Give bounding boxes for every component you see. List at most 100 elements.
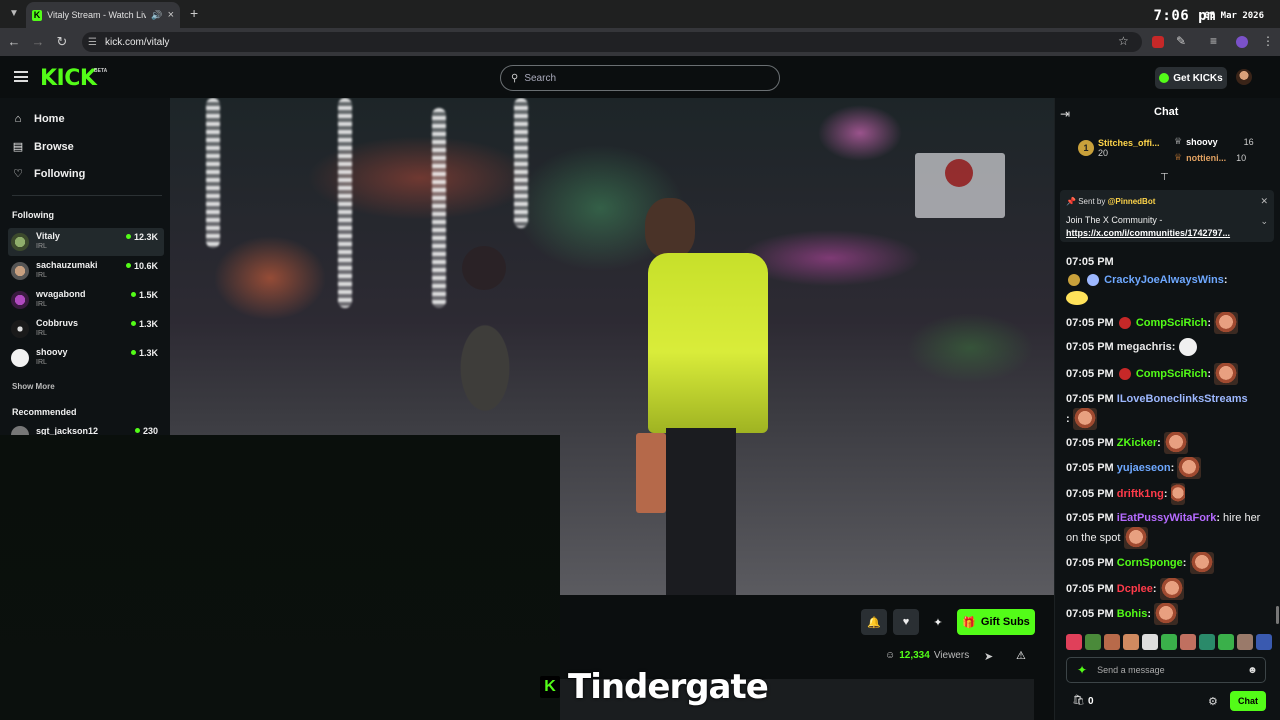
tab-search-icon[interactable]: ▼ — [6, 6, 22, 22]
sidebar-item-label: Browse — [34, 140, 74, 153]
message-time: 07:05 PM — [1066, 256, 1114, 268]
chat-username[interactable]: CornSponge — [1117, 557, 1183, 569]
quick-emote[interactable] — [1123, 634, 1139, 650]
browser-menu-icon[interactable]: ⋮ — [1262, 34, 1274, 48]
followed-channel-vitaly[interactable]: Vitaly IRL 12.3K — [8, 228, 164, 256]
chat-username[interactable]: Dcplee — [1117, 583, 1153, 595]
site-info-icon[interactable]: ☰ — [88, 37, 97, 48]
url-bar[interactable]: ☰ kick.com/vitaly — [82, 32, 1142, 52]
quick-emote[interactable] — [1085, 634, 1101, 650]
collapse-chat-icon[interactable]: ⇥ — [1060, 107, 1070, 121]
quick-emote[interactable] — [1161, 634, 1177, 650]
pinned-toggle-icon[interactable]: ⊤ — [1160, 172, 1169, 183]
kicks-sparkle-icon[interactable]: ✦ — [1077, 663, 1087, 677]
close-tab-icon[interactable]: × — [168, 9, 174, 21]
extension-icon[interactable] — [1152, 36, 1164, 48]
reload-icon[interactable]: ↻ — [54, 34, 70, 50]
unpin-icon[interactable]: ✕ — [1260, 196, 1268, 207]
new-tab-icon[interactable]: + — [190, 6, 198, 20]
followed-channel-shoovy[interactable]: shoovy IRL 1.3K — [8, 344, 164, 372]
chat-username[interactable]: Bohis — [1117, 608, 1148, 620]
get-kicks-button[interactable]: Get KICKs — [1155, 67, 1227, 89]
gift-subs-button[interactable]: 🎁 Gift Subs — [957, 609, 1035, 635]
extensions-puzzle-icon[interactable]: ✎ — [1176, 34, 1186, 48]
sidebar-item-following[interactable]: ♡ Following — [12, 167, 85, 181]
sidebar-item-browse[interactable]: ▤ Browse — [12, 140, 74, 154]
report-warning-icon[interactable]: ⚠ — [1016, 649, 1026, 662]
followed-channel-wvagabond[interactable]: wvagabond IRL 1.5K — [8, 286, 164, 314]
rank-badge: 1 — [1078, 140, 1094, 156]
chat-username[interactable]: megachris — [1117, 341, 1172, 353]
string-lights — [206, 98, 220, 248]
quick-emote[interactable] — [1180, 634, 1196, 650]
top-gifter-3[interactable]: ♕ nottieni... 10 — [1174, 152, 1246, 163]
quick-emote[interactable] — [1104, 634, 1120, 650]
bookmark-star-icon[interactable]: ☆ — [1118, 34, 1129, 48]
quick-emote[interactable] — [1066, 634, 1082, 650]
chat-settings-gear-icon[interactable]: ⚙ — [1208, 695, 1218, 708]
top-gifter-2[interactable]: ♕ shoovy 16 — [1174, 136, 1254, 147]
bell-icon: 🔔 — [867, 616, 881, 629]
chat-username[interactable]: iEatPussyWitaFork — [1117, 512, 1217, 524]
quick-emote[interactable] — [1199, 634, 1215, 650]
profile-icon[interactable] — [1236, 36, 1248, 48]
kick-logo[interactable]: KICK — [40, 66, 97, 91]
clock-date: 05 Mar 2026 — [1204, 11, 1264, 21]
share-icon[interactable]: ➤ — [984, 650, 993, 663]
message-time: 07:05 PM — [1066, 556, 1114, 569]
sidebar-item-home[interactable]: ⌂ Home — [12, 113, 65, 125]
sparkle-icon: ✦ — [933, 616, 943, 629]
pinned-link[interactable]: https://x.com/i/communities/1742797... — [1066, 228, 1230, 238]
sub-badge-icon — [1118, 368, 1131, 380]
search-bar[interactable]: ⚲ — [500, 65, 780, 91]
channel-viewers: 1.3K — [130, 319, 158, 329]
chat-username[interactable]: driftk1ng — [1117, 488, 1164, 500]
gift-subs-label: Gift Subs — [980, 616, 1030, 628]
quick-emote[interactable] — [1218, 634, 1234, 650]
reading-list-icon[interactable]: ≡ — [1210, 34, 1217, 48]
emote — [1177, 457, 1202, 479]
search-input[interactable] — [524, 72, 765, 84]
emoji-picker-icon[interactable]: ☻ — [1247, 665, 1258, 676]
back-icon[interactable]: ← — [6, 34, 22, 50]
recommended-channel[interactable]: sgt_jackson12 230 — [8, 422, 164, 435]
browser-tab[interactable]: K Vitaly Stream - Watch Live 🔊 × — [26, 2, 180, 28]
viewer-count-number: 12,334 — [899, 650, 930, 661]
chat-scrollbar[interactable] — [1276, 606, 1279, 624]
show-more-link[interactable]: Show More — [12, 382, 55, 391]
chat-message-input[interactable] — [1097, 665, 1238, 675]
chat-username[interactable]: CompSciRich — [1136, 317, 1208, 329]
channel-viewers: 230 — [134, 426, 158, 435]
message-time: 07:05 PM — [1066, 512, 1114, 524]
followed-channel-cobbruvs[interactable]: Cobbruvs IRL 1.3K — [8, 315, 164, 343]
notification-bell-button[interactable]: 🔔 — [861, 609, 887, 635]
quick-emote[interactable] — [1237, 634, 1253, 650]
hamburger-menu-icon[interactable] — [14, 71, 28, 82]
follow-heart-button[interactable]: ♥ — [893, 609, 919, 635]
message-time: 07:05 PM — [1066, 487, 1114, 500]
quick-emote[interactable] — [1256, 634, 1272, 650]
followed-channel-sachauzumaki[interactable]: sachauzumaki IRL 10.6K — [8, 257, 164, 285]
top-gifter-1[interactable]: 1 Stitches_offi... 20 — [1078, 138, 1160, 158]
chat-username[interactable]: yujaeseon — [1117, 462, 1171, 474]
send-chat-button[interactable]: Chat — [1230, 691, 1266, 711]
quick-emote[interactable] — [1142, 634, 1158, 650]
chat-username[interactable]: CrackyJoeAlwaysWins — [1104, 274, 1224, 286]
forward-icon[interactable]: → — [30, 34, 46, 50]
person-safety-vest — [648, 253, 768, 433]
user-avatar[interactable] — [1236, 69, 1252, 85]
sparkle-button[interactable]: ✦ — [925, 609, 951, 635]
chat-username[interactable]: CompSciRich — [1136, 368, 1208, 380]
person-woman-head — [462, 246, 506, 290]
chat-input-box[interactable]: ✦ ☻ — [1066, 657, 1266, 683]
audio-icon[interactable]: 🔊 — [151, 10, 162, 21]
chat-message: 07:05 PM yujaeseon: — [1066, 457, 1271, 479]
chat-username[interactable]: ZKicker — [1117, 437, 1157, 449]
channel-category: IRL — [36, 272, 47, 279]
chevron-down-icon[interactable]: ⌄ — [1260, 216, 1268, 227]
kicks-bag-icon[interactable]: 🛍 — [1072, 695, 1085, 706]
emote — [1170, 483, 1185, 505]
chat-message: 07:05 PM iEatPussyWitaFork: hire her on … — [1066, 509, 1271, 549]
chat-username[interactable]: ILoveBoneclinksStreams — [1117, 393, 1248, 405]
search-icon: ⚲ — [511, 72, 519, 84]
